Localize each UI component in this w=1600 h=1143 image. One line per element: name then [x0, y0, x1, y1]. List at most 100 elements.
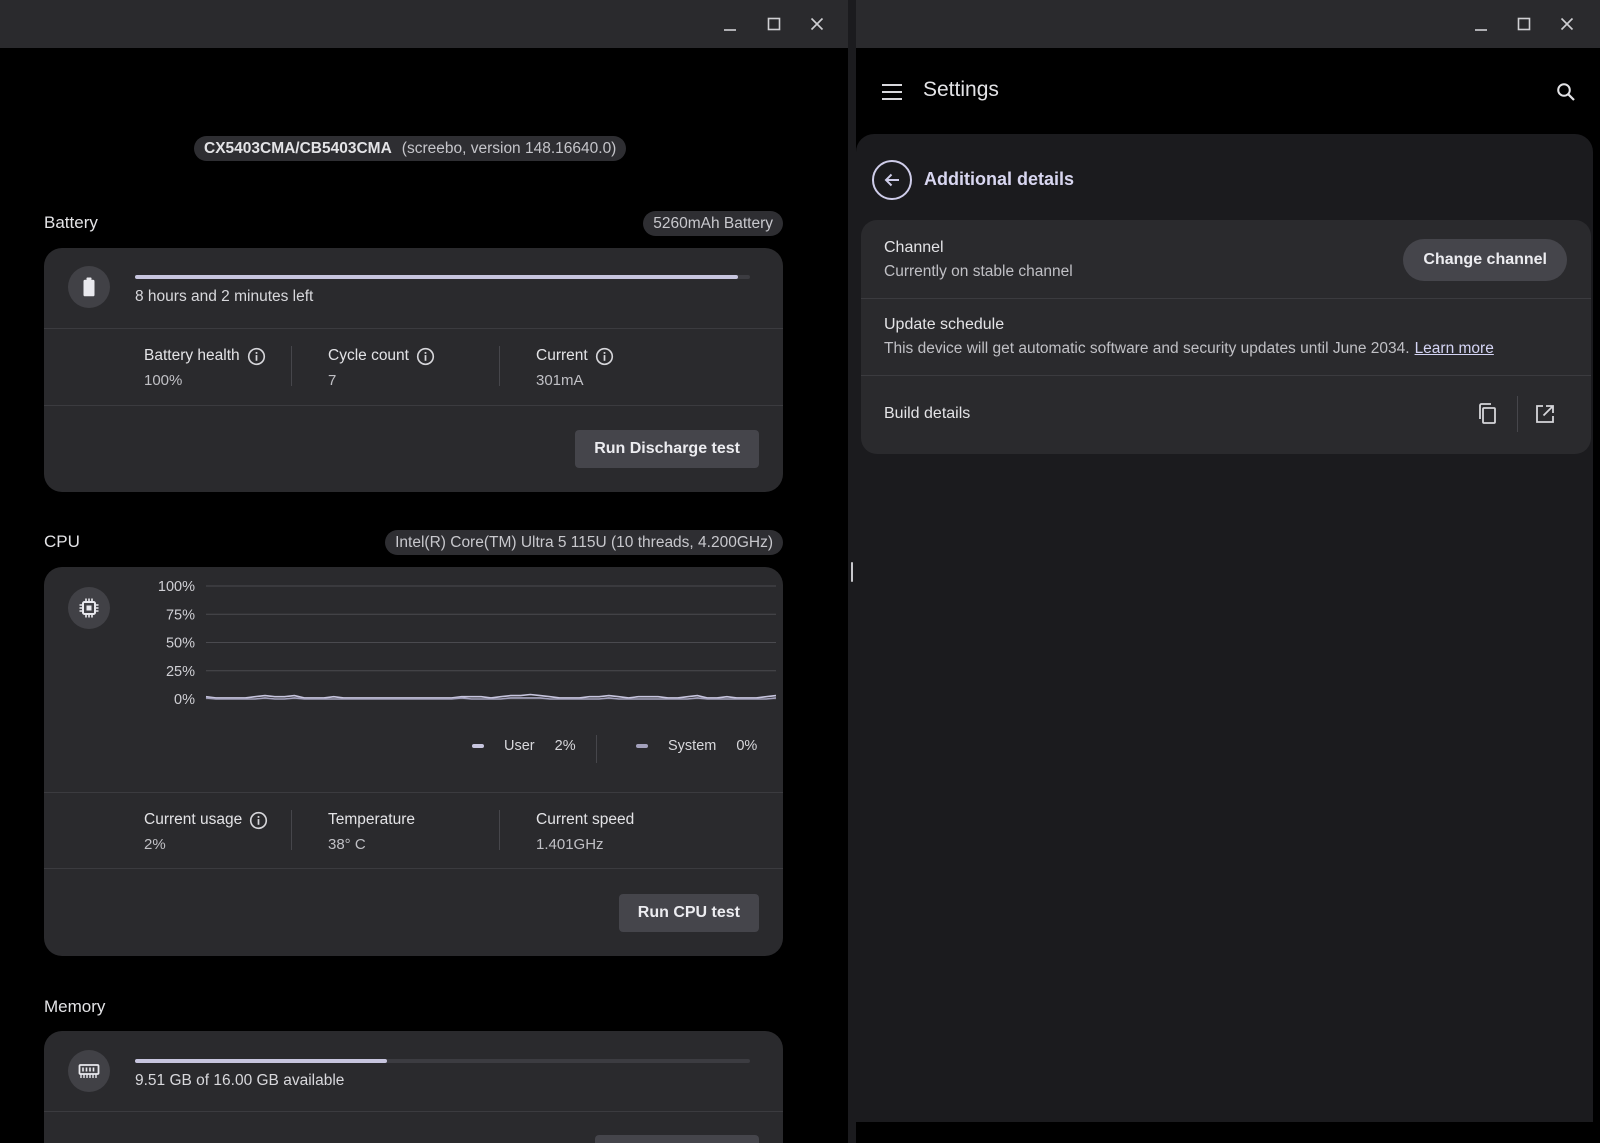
- device-model: CX5403CMA/CB5403CMA: [204, 139, 392, 157]
- page-title: Additional details: [924, 169, 1075, 189]
- memory-usage-fill: [135, 1059, 388, 1063]
- stat-separator: [291, 810, 292, 850]
- battery-section-title: Battery: [44, 213, 98, 232]
- details-card: Channel Currently on stable channel Chan…: [861, 220, 1591, 454]
- current-usage-stat: Current usage 2%: [144, 810, 268, 853]
- divider: [44, 328, 783, 329]
- icon-separator: [1517, 396, 1518, 432]
- open-in-new-icon[interactable]: [1529, 398, 1561, 430]
- y-tick-label: 75%: [166, 607, 195, 623]
- divider: [861, 375, 1591, 376]
- cpu-section-title: CPU: [44, 532, 80, 551]
- battery-charge-fill: [135, 275, 738, 279]
- divider: [44, 868, 783, 869]
- maximize-icon[interactable]: [1510, 10, 1538, 38]
- info-icon[interactable]: [247, 347, 266, 366]
- cpu-chip-icon: [68, 587, 110, 629]
- battery-charge-bar: [135, 275, 750, 279]
- settings-header: Settings: [856, 48, 1600, 134]
- settings-window: Settings Additional details Channel Curr…: [856, 0, 1600, 1143]
- legend-system-label: System: [668, 738, 717, 754]
- stat-separator: [499, 810, 500, 850]
- channel-title: Channel: [884, 239, 944, 256]
- current-speed-stat: Current speed 1.401GHz: [536, 810, 634, 853]
- legend-swatch-user: [472, 744, 484, 748]
- hamburger-menu-icon[interactable]: [878, 78, 906, 106]
- legend-system-value: 0%: [736, 738, 758, 754]
- build-details-title: Build details: [884, 405, 971, 422]
- battery-card: 8 hours and 2 minutes left Battery healt…: [44, 248, 783, 492]
- cycle-count-stat: Cycle count 7: [328, 346, 435, 389]
- maximize-icon[interactable]: [760, 10, 788, 38]
- search-icon[interactable]: [1552, 78, 1580, 106]
- legend-system: System 0%: [636, 738, 757, 754]
- battery-icon: [68, 266, 110, 308]
- battery-health-value: 100%: [144, 372, 183, 389]
- legend-user: User 2%: [472, 738, 576, 754]
- diagnostics-window: CX5403CMA/CB5403CMA (screebo, version 14…: [0, 0, 848, 1143]
- stat-separator: [291, 346, 292, 386]
- memory-available: 9.51 GB of 16.00 GB available: [135, 1072, 345, 1089]
- info-icon[interactable]: [249, 811, 268, 830]
- divider: [861, 298, 1591, 299]
- legend-user-value: 2%: [554, 738, 576, 754]
- y-tick-label: 0%: [174, 692, 195, 708]
- legend-separator: [596, 735, 597, 763]
- info-icon[interactable]: [595, 347, 614, 366]
- current-label: Current: [536, 347, 588, 364]
- cpu-card: 100% 75% 50% 25% 0% User 2% System 0% Curren…: [44, 567, 783, 956]
- legend-swatch-system: [636, 744, 648, 748]
- split-view-handle[interactable]: [851, 562, 853, 582]
- cpu-model-chip: Intel(R) Core(TM) Ultra 5 115U (10 threa…: [385, 530, 783, 555]
- memory-usage-bar: [135, 1059, 750, 1063]
- memory-card: 9.51 GB of 16.00 GB available: [44, 1031, 783, 1143]
- cpu-usage-chart: 100% 75% 50% 25% 0%: [158, 579, 777, 708]
- cycle-count-value: 7: [328, 372, 337, 389]
- temperature-stat: Temperature 38° C: [328, 810, 415, 853]
- divider: [44, 1111, 783, 1112]
- learn-more-link[interactable]: Learn more: [1415, 340, 1494, 357]
- y-tick-label: 100%: [158, 579, 195, 595]
- close-icon[interactable]: [803, 10, 831, 38]
- device-info-chip: CX5403CMA/CB5403CMA (screebo, version 14…: [194, 136, 627, 161]
- update-schedule-subtitle: This device will get automatic software …: [884, 340, 1494, 358]
- current-speed-label: Current speed: [536, 811, 635, 828]
- settings-main-panel: Additional details Channel Currently on …: [856, 134, 1593, 1122]
- info-icon[interactable]: [416, 347, 435, 366]
- divider: [44, 792, 783, 793]
- current-speed-value: 1.401GHz: [536, 836, 604, 853]
- y-tick-label: 50%: [166, 636, 195, 652]
- stat-separator: [499, 346, 500, 386]
- memory-icon: [68, 1050, 110, 1092]
- memory-section-title: Memory: [44, 997, 106, 1016]
- y-tick-label: 25%: [166, 664, 195, 680]
- settings-titlebar: [856, 0, 1600, 48]
- battery-time-left: 8 hours and 2 minutes left: [135, 288, 314, 305]
- channel-subtitle: Currently on stable channel: [884, 263, 1073, 280]
- update-schedule-text: This device will get automatic software …: [884, 340, 1410, 357]
- battery-capacity-chip: 5260mAh Battery: [643, 211, 783, 236]
- battery-health-label: Battery health: [144, 347, 240, 364]
- minimize-icon[interactable]: [1467, 10, 1495, 38]
- current-usage-value: 2%: [144, 836, 166, 853]
- divider: [44, 405, 783, 406]
- run-cpu-test-button[interactable]: Run CPU test: [618, 894, 759, 932]
- update-schedule-title: Update schedule: [884, 316, 1005, 333]
- temperature-label: Temperature: [328, 811, 416, 828]
- close-icon[interactable]: [1553, 10, 1581, 38]
- cycle-count-label: Cycle count: [328, 347, 409, 364]
- current-value: 301mA: [536, 372, 584, 389]
- minimize-icon[interactable]: [716, 10, 744, 38]
- temperature-value: 38° C: [328, 836, 366, 853]
- current-usage-label: Current usage: [144, 811, 243, 828]
- device-version: (screebo, version 148.16640.0): [401, 139, 617, 157]
- change-channel-button[interactable]: Change channel: [1403, 239, 1567, 281]
- back-arrow-icon[interactable]: [872, 160, 912, 200]
- run-memory-test-button[interactable]: [595, 1135, 759, 1143]
- series-line-user: [205, 693, 777, 699]
- battery-health-stat: Battery health 100%: [144, 346, 266, 389]
- run-discharge-test-button[interactable]: Run Discharge test: [575, 430, 759, 468]
- current-stat: Current 301mA: [536, 346, 614, 389]
- copy-icon[interactable]: [1471, 398, 1503, 430]
- settings-app-title: Settings: [923, 78, 999, 101]
